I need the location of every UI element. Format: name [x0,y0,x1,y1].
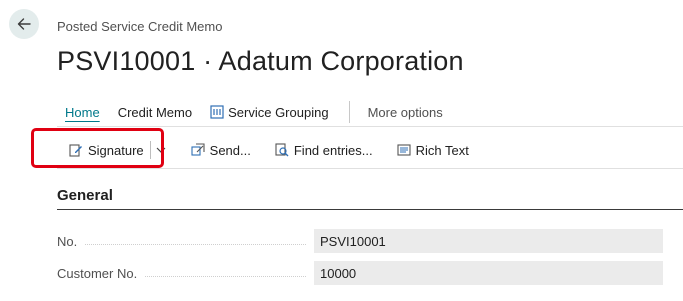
rich-text-label: Rich Text [415,142,469,158]
find-entries-button[interactable]: Find entries... [275,143,373,158]
action-tabs: Home Credit Memo Service Grouping More o… [57,101,461,123]
tab-divider [348,101,350,123]
tab-service-grouping[interactable]: Service Grouping [210,104,329,120]
section-title-general: General [57,187,113,204]
field-customer-no: Customer No. 10000 [57,261,663,285]
send-label: Send... [209,142,251,158]
service-grouping-icon [210,105,224,119]
field-customer-no-label: Customer No. [57,265,138,281]
field-no: No. PSVI10001 [57,229,663,253]
rich-text-icon [397,143,411,157]
field-leader [85,237,306,245]
back-button[interactable] [9,9,39,39]
tabs-divider [57,126,683,127]
rich-text-button[interactable]: Rich Text [397,143,469,158]
breadcrumb: Posted Service Credit Memo [57,19,223,34]
tab-credit-memo[interactable]: Credit Memo [118,105,192,120]
find-entries-label: Find entries... [293,142,373,158]
tab-home[interactable]: Home [65,105,100,120]
tab-credit-memo-label: Credit Memo [117,104,193,120]
tab-home-label: Home [65,104,100,120]
tab-more-options-label: More options [367,104,443,120]
field-customer-no-value[interactable]: 10000 [314,261,663,285]
page-title: PSVI10001 · Adatum Corporation [57,46,464,76]
send-button[interactable]: Send... [191,143,251,158]
highlight-box [31,128,164,168]
actions-divider [57,168,683,169]
send-icon [191,143,205,157]
find-entries-icon [275,143,289,157]
field-leader [145,269,306,277]
tab-service-grouping-label: Service Grouping [228,104,329,120]
field-no-value[interactable]: PSVI10001 [314,229,663,253]
field-no-label: No. [57,233,78,249]
arrow-left-icon [17,18,31,30]
tab-more-options[interactable]: More options [368,105,443,120]
section-divider [57,209,683,210]
